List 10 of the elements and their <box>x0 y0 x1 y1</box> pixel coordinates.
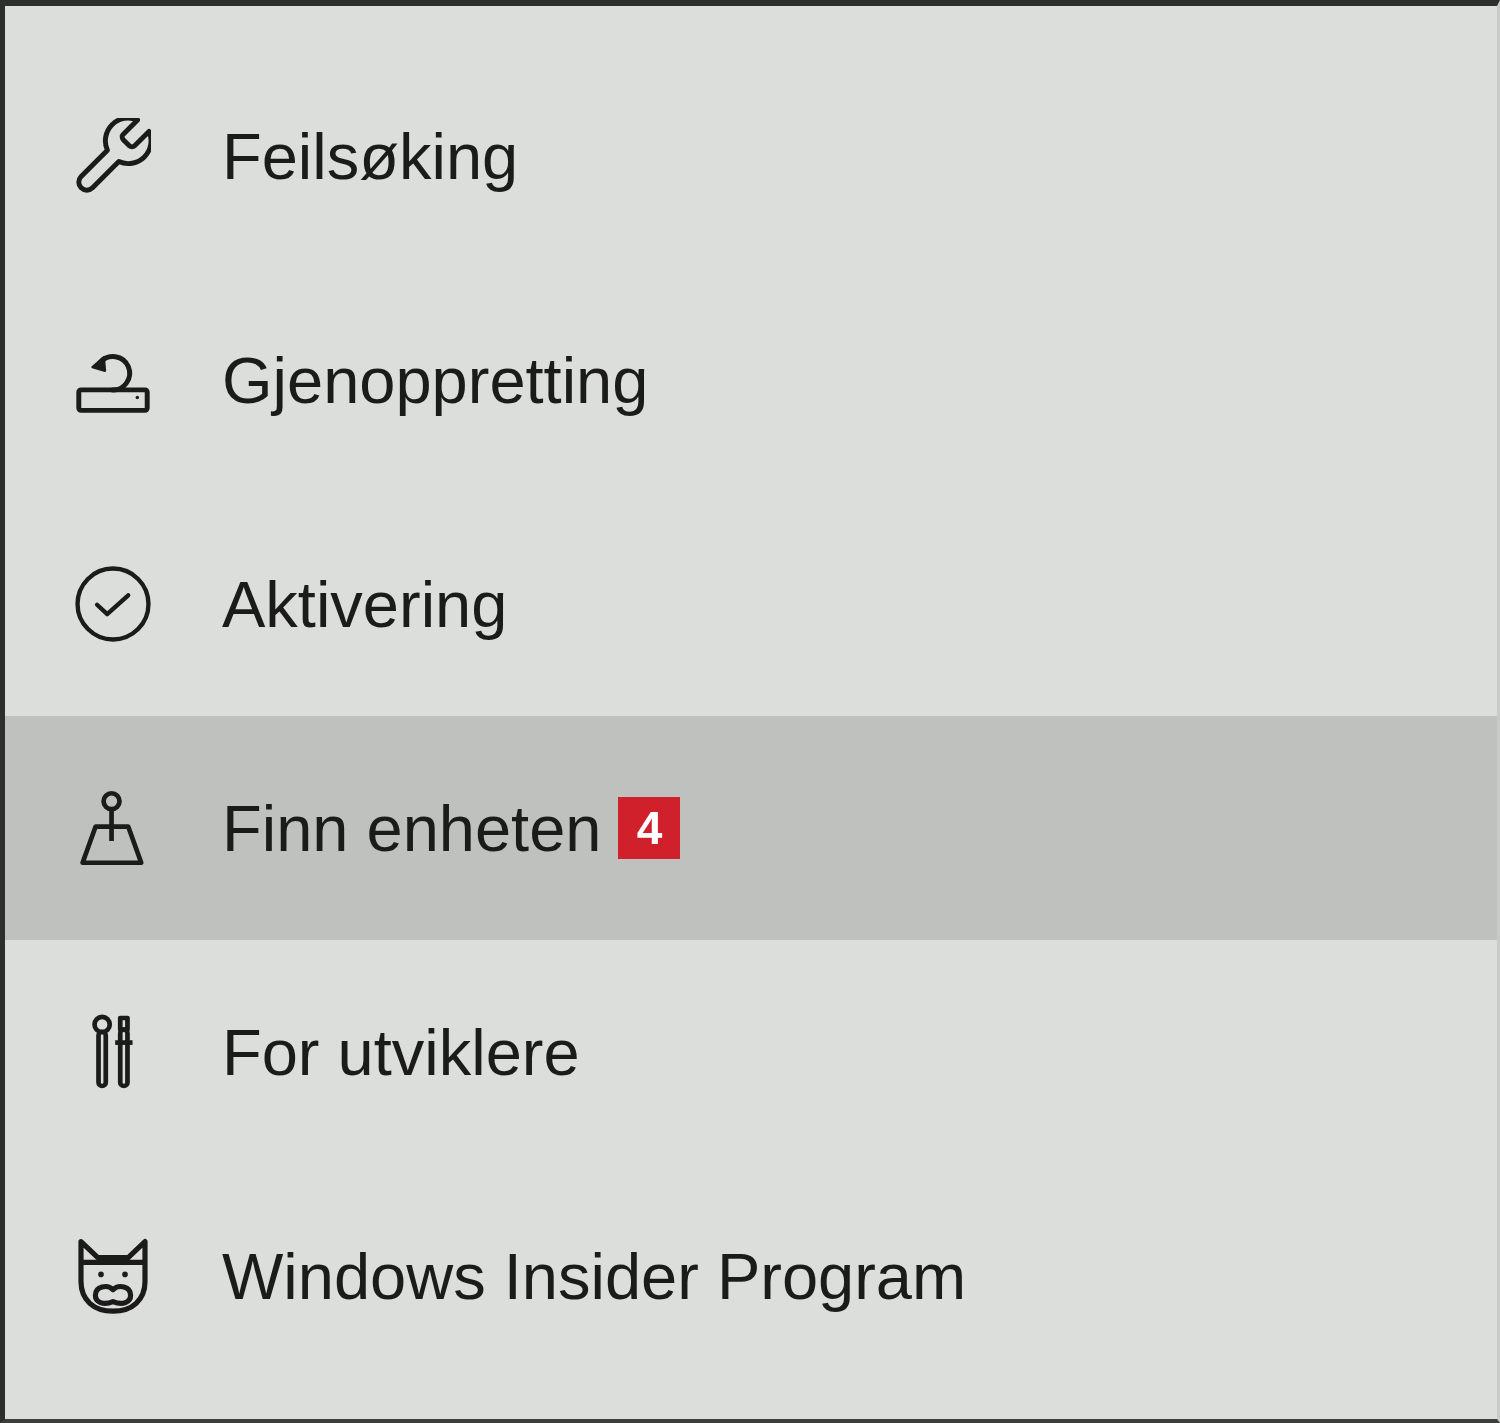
check-circle-icon <box>75 566 151 642</box>
nav-item[interactable]: Windows Insider Program <box>5 1164 1497 1388</box>
nav-item[interactable]: For utviklere <box>5 940 1497 1164</box>
wrench-icon <box>75 118 151 194</box>
nav-item[interactable]: Feilsøking <box>5 44 1497 268</box>
nav-item[interactable]: Gjenoppretting <box>5 268 1497 492</box>
nav-item[interactable]: Aktivering <box>5 492 1497 716</box>
cat-icon <box>75 1238 151 1314</box>
nav-item[interactable]: Finn enheten 4 <box>5 716 1497 940</box>
count-badge: 4 <box>618 797 681 859</box>
